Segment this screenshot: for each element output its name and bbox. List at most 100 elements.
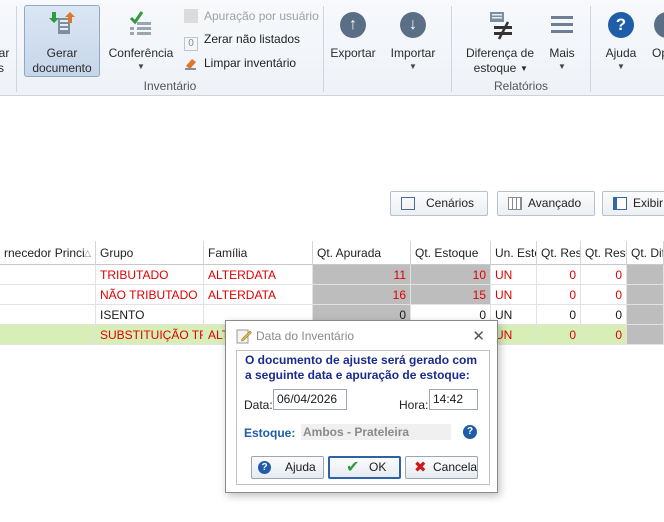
dialog-title-bar[interactable]: Data do Inventário ✕ — [226, 321, 497, 351]
estoque-value[interactable]: Ambos - Prateleira — [301, 424, 451, 440]
cell-un-estoque: UN — [491, 285, 537, 305]
importar-button[interactable]: ↓ Importar ▼ — [385, 6, 441, 76]
column-header-qt-dif[interactable]: Qt. Dif — [627, 241, 664, 265]
ribbon-cut-left-label-2: s — [0, 61, 4, 75]
avancado-label: Avançado — [528, 196, 582, 210]
header-label: Qt. Estoque — [415, 246, 479, 260]
group-label-relatorios: Relatórios — [493, 79, 549, 93]
cell-fornecedor — [0, 325, 96, 345]
cell-familia: ALTERDATA — [204, 265, 313, 285]
close-icon[interactable]: ✕ — [472, 327, 485, 345]
estoque-label: Estoque: — [244, 426, 296, 440]
exportar-button[interactable]: ↑ Exportar — [327, 6, 379, 76]
gerar-label-1: Gerar — [46, 46, 78, 60]
dialog-title: Data do Inventário — [256, 329, 355, 343]
ribbon-cut-left-label-1: car — [0, 46, 10, 60]
checkmark-icon: ✔ — [346, 459, 360, 476]
cell-grupo: SUBSTITUIÇÃO TRIB — [96, 325, 204, 345]
dialog-body: O documento de ajuste será gerado com a … — [236, 350, 490, 485]
conferencia-label: Conferência — [108, 46, 174, 60]
cell-fornecedor — [0, 265, 96, 285]
checklist-icon — [129, 11, 151, 35]
limpar-label: Limpar inventário — [204, 56, 297, 70]
cell-qt-rese: 0 — [581, 265, 627, 285]
cell-fornecedor — [0, 285, 96, 305]
columns-icon — [613, 197, 627, 210]
export-icon: ↑ — [340, 12, 366, 38]
ajuda-dialog-label: Ajuda — [285, 460, 316, 474]
mais-button[interactable]: Mais ▼ — [544, 6, 580, 76]
cell-qt-res: 0 — [537, 325, 581, 345]
cell-fornecedor — [0, 305, 96, 325]
hora-label: Hora: — [399, 398, 429, 412]
cell-qt-rese: 0 — [581, 305, 627, 325]
ribbon-separator — [590, 6, 591, 92]
ribbon-cut-right-button[interactable]: Op — [650, 6, 664, 76]
diferenca-label-1: Diferença de — [465, 46, 535, 60]
cell-qt-res: 0 — [537, 285, 581, 305]
options-icon — [654, 12, 664, 38]
gerar-documento-button[interactable]: Gerar documento — [24, 5, 100, 77]
ajuda-label: Ajuda — [605, 46, 637, 60]
header-label: Grupo — [100, 246, 134, 260]
cenarios-button[interactable]: Cenários — [390, 191, 488, 216]
column-header-un-estoque[interactable]: Un. Esto — [491, 241, 537, 265]
cell-qt-dif — [627, 305, 664, 325]
zerar-nao-listados-button[interactable]: 0 Zerar não listados — [184, 32, 300, 52]
group-label-inventario: Inventário — [143, 79, 197, 93]
column-header-grupo[interactable]: Grupo — [96, 241, 204, 265]
hora-field[interactable]: 14:42 — [429, 389, 478, 410]
data-field[interactable]: 06/04/2026 — [273, 389, 347, 410]
header-label: rnecedor Princi — [4, 246, 85, 260]
cell-qt-apurada: 11 — [313, 265, 411, 285]
cell-un-estoque: UN — [491, 265, 537, 285]
chevron-down-icon: ▼ — [520, 64, 528, 73]
column-header-qt-apurada[interactable]: Qt. Apurada — [313, 241, 411, 265]
not-equal-icon — [490, 12, 512, 40]
diferenca-de-estoque-button[interactable]: Diferença de estoque ▼ — [460, 6, 540, 76]
ajuda-button[interactable]: ? Ajuda ▼ — [600, 6, 642, 76]
chevron-down-icon: ▼ — [617, 62, 625, 71]
zerar-label: Zerar não listados — [204, 32, 301, 46]
header-label: Qt. Apurada — [317, 246, 382, 260]
avancado-button[interactable]: Avançado — [497, 191, 595, 216]
header-label: Un. Esto — [495, 246, 537, 260]
cell-qt-res: 0 — [537, 265, 581, 285]
header-label: Qt. Dif — [631, 246, 664, 260]
cancela-label: Cancela — [433, 460, 478, 474]
cell-qt-dif — [627, 265, 664, 285]
cell-qt-estoque: 10 — [411, 265, 491, 285]
data-label: Data: — [244, 398, 273, 412]
exibir-label: Exibir — [633, 196, 664, 210]
cancela-button[interactable]: ✖ Cancela — [405, 456, 478, 479]
ajuda-dialog-button[interactable]: ? Ajuda — [251, 456, 324, 479]
ribbon-separator — [16, 6, 17, 92]
apuracao-label: Apuração por usuário — [204, 9, 319, 23]
exibir-button[interactable]: Exibir — [602, 191, 664, 216]
column-header-fornecedor[interactable]: rnecedor Princi △ — [0, 241, 96, 265]
ribbon-separator — [323, 6, 324, 92]
ribbon-cut-left-button[interactable]: car s — [0, 6, 16, 76]
column-header-familia[interactable]: Família — [204, 241, 313, 265]
limpar-inventario-button[interactable]: Limpar inventário — [184, 56, 296, 76]
column-header-qt-res[interactable]: Qt. Res — [537, 241, 581, 265]
cell-qt-res: 0 — [537, 305, 581, 325]
import-icon: ↓ — [400, 12, 426, 38]
dialog-message-line-2: a seguinte data e apuração de estoque: — [245, 368, 470, 382]
zero-icon: 0 — [184, 37, 198, 51]
estoque-help-icon[interactable]: ? — [463, 425, 477, 439]
ok-button[interactable]: ✔ OK — [328, 456, 401, 479]
cell-qt-estoque: 15 — [411, 285, 491, 305]
apuracao-por-usuario-button[interactable]: Apuração por usuário — [184, 9, 319, 29]
dialog-message-line-1: O documento de ajuste será gerado com — [245, 353, 478, 367]
content-toolbar: Cenários Avançado Exibir — [0, 96, 664, 241]
diferenca-label-2: estoque — [473, 61, 517, 75]
data-do-inventario-dialog: Data do Inventário ✕ O documento de ajus… — [225, 320, 498, 493]
column-header-qt-rese[interactable]: Qt. Rese — [581, 241, 627, 265]
conferencia-button[interactable]: Conferência ▼ — [106, 6, 176, 76]
column-header-qt-estoque[interactable]: Qt. Estoque — [411, 241, 491, 265]
cell-grupo: ISENTO — [96, 305, 204, 325]
ribbon: car s Gerar documento Conferência ▼ Apu — [0, 0, 664, 96]
chevron-down-icon: ▼ — [137, 62, 145, 71]
cancel-x-icon: ✖ — [414, 459, 427, 476]
